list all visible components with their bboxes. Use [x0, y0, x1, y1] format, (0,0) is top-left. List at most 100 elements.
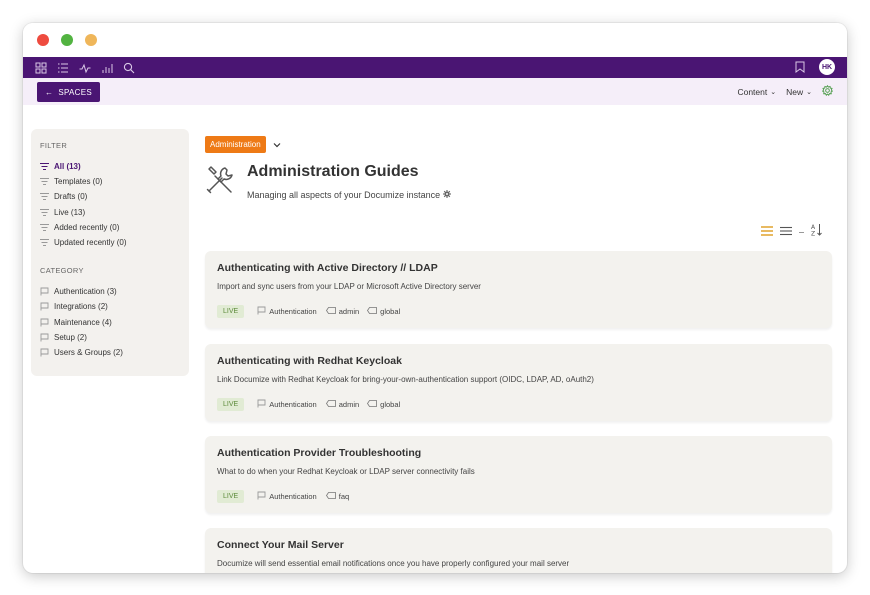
document-title[interactable]: Connect Your Mail Server	[217, 539, 820, 551]
space-selector[interactable]: Administration	[205, 135, 281, 153]
new-menu-label: New	[786, 86, 804, 97]
document-card[interactable]: Authenticating with Active Directory // …	[205, 251, 832, 328]
category-item[interactable]: Integrations (2)	[40, 299, 180, 314]
content-area: FILTER All (13) Templates (0) Drafts (0) Li…	[23, 105, 847, 573]
document-card[interactable]: Authenticating with Redhat Keycloak Link …	[205, 344, 832, 421]
document-category[interactable]: Authentication	[257, 399, 317, 410]
document-tag[interactable]: admin	[325, 400, 359, 409]
category-item[interactable]: Maintenance (4)	[40, 315, 180, 330]
grid-icon[interactable]	[35, 62, 47, 74]
category-label: Authentication	[269, 400, 317, 409]
document-tag[interactable]: global	[367, 400, 400, 409]
filter-label: Live (13)	[54, 207, 86, 217]
tag-icon	[367, 307, 378, 316]
space-toolbar: ← SPACES Content ⌄ New ⌄	[23, 78, 847, 105]
settings-gear-icon[interactable]	[821, 84, 834, 98]
filter-label: All (13)	[54, 162, 81, 172]
minimize-window-button[interactable]	[85, 34, 97, 46]
tag-icon	[325, 492, 336, 501]
filter-label: Drafts (0)	[54, 192, 88, 202]
title-bar	[23, 23, 847, 57]
search-icon[interactable]	[123, 62, 135, 74]
document-category[interactable]: Authentication	[257, 491, 317, 502]
status-badge: LIVE	[217, 305, 245, 318]
flag-icon	[40, 333, 51, 342]
page-title: Administration Guides	[247, 163, 419, 180]
document-card[interactable]: Connect Your Mail Server Documize will se…	[205, 528, 832, 573]
app-window: HK ← SPACES Content ⌄ New ⌄ FILTER All (…	[23, 23, 847, 573]
flag-icon	[40, 302, 51, 311]
filter-icon	[40, 208, 51, 216]
document-excerpt: What to do when your Redhat Keycloak or …	[217, 467, 475, 476]
space-label: Administration	[205, 135, 266, 153]
filter-item[interactable]: All (13)	[40, 159, 180, 174]
tools-icon	[205, 165, 235, 200]
filter-icon	[40, 163, 51, 171]
filter-item[interactable]: Updated recently (0)	[40, 235, 180, 250]
chevron-down-icon: ⌄	[770, 88, 777, 96]
new-menu[interactable]: New ⌄	[786, 87, 812, 97]
top-nav-bar: HK	[23, 57, 847, 78]
tag-label: faq	[338, 492, 350, 501]
flag-icon	[40, 287, 51, 296]
close-window-button[interactable]	[37, 34, 49, 46]
status-badge: LIVE	[217, 398, 245, 411]
tag-label: global	[380, 400, 401, 409]
filter-sidebar: FILTER All (13) Templates (0) Drafts (0) Li…	[31, 129, 189, 376]
filter-item[interactable]: Live (13)	[40, 205, 180, 220]
category-item[interactable]: Authentication (3)	[40, 284, 180, 299]
view-list-icon[interactable]	[780, 223, 792, 241]
chart-icon[interactable]	[101, 62, 113, 74]
maximize-window-button[interactable]	[61, 34, 73, 46]
view-detailed-icon[interactable]	[761, 223, 773, 241]
bookmark-icon[interactable]	[795, 61, 805, 73]
sort-az-icon[interactable]: AZ	[811, 223, 822, 241]
category-item[interactable]: Users & Groups (2)	[40, 345, 180, 360]
document-tag[interactable]: admin	[325, 307, 359, 316]
category-item[interactable]: Setup (2)	[40, 330, 180, 345]
content-menu-label: Content	[737, 86, 768, 97]
view-tools: AZ	[761, 223, 822, 241]
tag-label: global	[380, 307, 401, 316]
divider	[799, 231, 804, 233]
flag-icon	[257, 491, 266, 502]
category-label: Setup (2)	[54, 332, 87, 342]
tag-icon	[325, 307, 336, 316]
document-card[interactable]: Authentication Provider Troubleshooting W…	[205, 436, 832, 513]
category-section-title: CATEGORY	[40, 266, 84, 276]
filter-item[interactable]: Added recently (0)	[40, 220, 180, 235]
filter-item[interactable]: Drafts (0)	[40, 189, 180, 204]
filter-label: Added recently (0)	[54, 222, 120, 232]
list-icon[interactable]	[57, 62, 69, 74]
document-tag[interactable]: global	[367, 307, 400, 316]
filter-icon	[40, 239, 51, 247]
back-to-spaces-button[interactable]: ← SPACES	[37, 82, 100, 102]
category-label: Integrations (2)	[54, 302, 108, 312]
filter-icon	[40, 223, 51, 231]
arrow-left-icon: ←	[45, 87, 54, 97]
category-label: Authentication (3)	[54, 287, 117, 297]
document-excerpt: Documize will send essential email notif…	[217, 559, 570, 568]
document-title[interactable]: Authentication Provider Troubleshooting	[217, 447, 820, 459]
document-title[interactable]: Authenticating with Active Directory // …	[217, 262, 820, 274]
document-title[interactable]: Authenticating with Redhat Keycloak	[217, 355, 820, 367]
activity-icon[interactable]	[79, 62, 91, 74]
spaces-button-label: SPACES	[58, 87, 92, 97]
description-text: Managing all aspects of your Documize in…	[247, 190, 441, 200]
chevron-down-icon: ⌄	[806, 88, 812, 96]
document-category[interactable]: Authentication	[257, 306, 317, 317]
document-meta: LIVE Authentication faq	[217, 490, 820, 503]
svg-text:Z: Z	[811, 231, 815, 237]
flag-icon	[257, 399, 266, 410]
filter-item[interactable]: Templates (0)	[40, 174, 180, 189]
content-menu[interactable]: Content ⌄	[737, 87, 776, 97]
page-description: Managing all aspects of your Documize in…	[247, 190, 452, 200]
category-label: Maintenance (4)	[54, 317, 112, 327]
chevron-down-icon	[273, 135, 281, 153]
user-avatar[interactable]: HK	[819, 59, 835, 75]
flag-icon	[40, 348, 51, 357]
filter-label: Updated recently (0)	[54, 238, 127, 248]
document-tag[interactable]: faq	[325, 492, 350, 501]
document-excerpt: Link Documize with Redhat Keycloak for b…	[217, 375, 594, 384]
document-meta: LIVE Authentication admin global	[217, 305, 820, 318]
